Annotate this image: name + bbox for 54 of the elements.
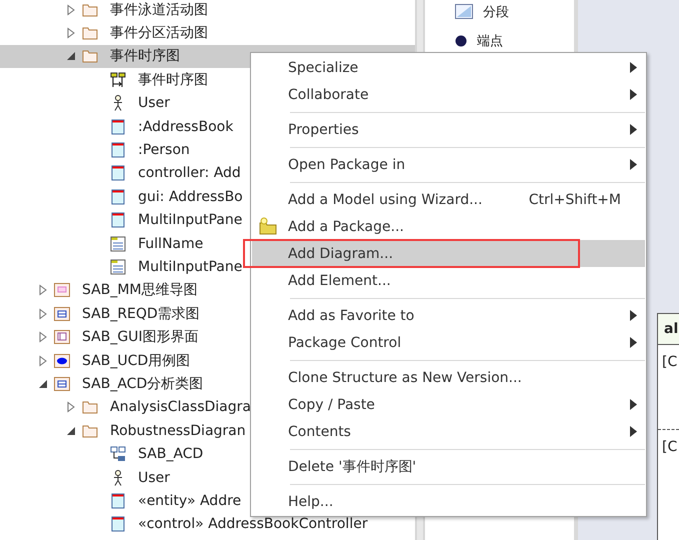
menu-item[interactable]: Properties	[252, 116, 645, 143]
folder-icon	[82, 25, 98, 42]
new-folder-icon	[258, 217, 278, 235]
submenu-arrow-icon	[630, 310, 637, 321]
class-box-icon	[110, 492, 126, 509]
menu-item[interactable]: Open Package in	[252, 151, 645, 178]
menu-item[interactable]: Add a Model using Wizard... Ctrl+Shift+M	[252, 186, 645, 213]
submenu-arrow-icon	[630, 337, 637, 348]
toolbox-item[interactable]: 端点	[477, 32, 503, 50]
class-box-icon	[110, 165, 126, 182]
menu-item[interactable]: Add as Favorite to	[252, 302, 645, 329]
folder-icon	[82, 399, 98, 416]
menu-item[interactable]: Delete '事件时序图'	[252, 453, 645, 480]
tree-item[interactable]: «control» AddressBookController	[0, 512, 415, 536]
menu-item[interactable]: Collaborate	[252, 81, 645, 108]
submenu-arrow-icon	[630, 62, 637, 73]
tree-item[interactable]: 事件泳道活动图	[0, 0, 415, 22]
submenu-arrow-icon	[630, 159, 637, 170]
segment-icon	[455, 4, 473, 19]
element-text: [C	[662, 354, 678, 370]
text-list-icon	[110, 236, 126, 252]
folder-icon	[82, 2, 98, 18]
element-title: al	[664, 321, 678, 337]
menu-item[interactable]: Contents	[252, 418, 645, 445]
menu-item[interactable]: Help...	[252, 488, 645, 515]
class-box-icon	[110, 118, 126, 135]
submenu-arrow-icon	[630, 399, 637, 410]
menu-item[interactable]: Add Element...	[252, 267, 645, 294]
tree-item[interactable]: 事件分区活动图	[0, 21, 415, 45]
text-list-icon	[110, 258, 126, 275]
class-diagram-icon	[110, 446, 126, 462]
mindmap-package-icon	[54, 282, 70, 298]
dot-icon	[455, 34, 467, 46]
shortcut-text: Ctrl+Shift+M	[528, 192, 621, 208]
sequence-diagram-icon	[110, 72, 126, 88]
menu-item[interactable]: Copy / Paste	[252, 391, 645, 418]
diagram-package-icon	[54, 306, 70, 322]
folder-icon	[82, 48, 98, 64]
screen-package-icon	[54, 329, 70, 346]
submenu-arrow-icon	[630, 124, 637, 135]
menu-item[interactable]: Package Control	[252, 329, 645, 356]
class-box-icon	[110, 212, 126, 228]
submenu-arrow-icon	[630, 89, 637, 100]
usecase-package-icon	[54, 352, 70, 369]
menu-item[interactable]: Clone Structure as New Version...	[252, 364, 645, 391]
menu-item[interactable]: Add a Package...	[252, 213, 645, 240]
element-text: [C	[662, 439, 678, 455]
toolbox-item[interactable]: 分段	[483, 2, 509, 20]
class-box-icon	[110, 142, 126, 158]
folder-icon	[82, 422, 98, 439]
class-box-icon	[110, 516, 126, 532]
submenu-arrow-icon	[630, 426, 637, 437]
diagram-package-icon	[54, 376, 70, 392]
class-box-icon	[110, 188, 126, 205]
